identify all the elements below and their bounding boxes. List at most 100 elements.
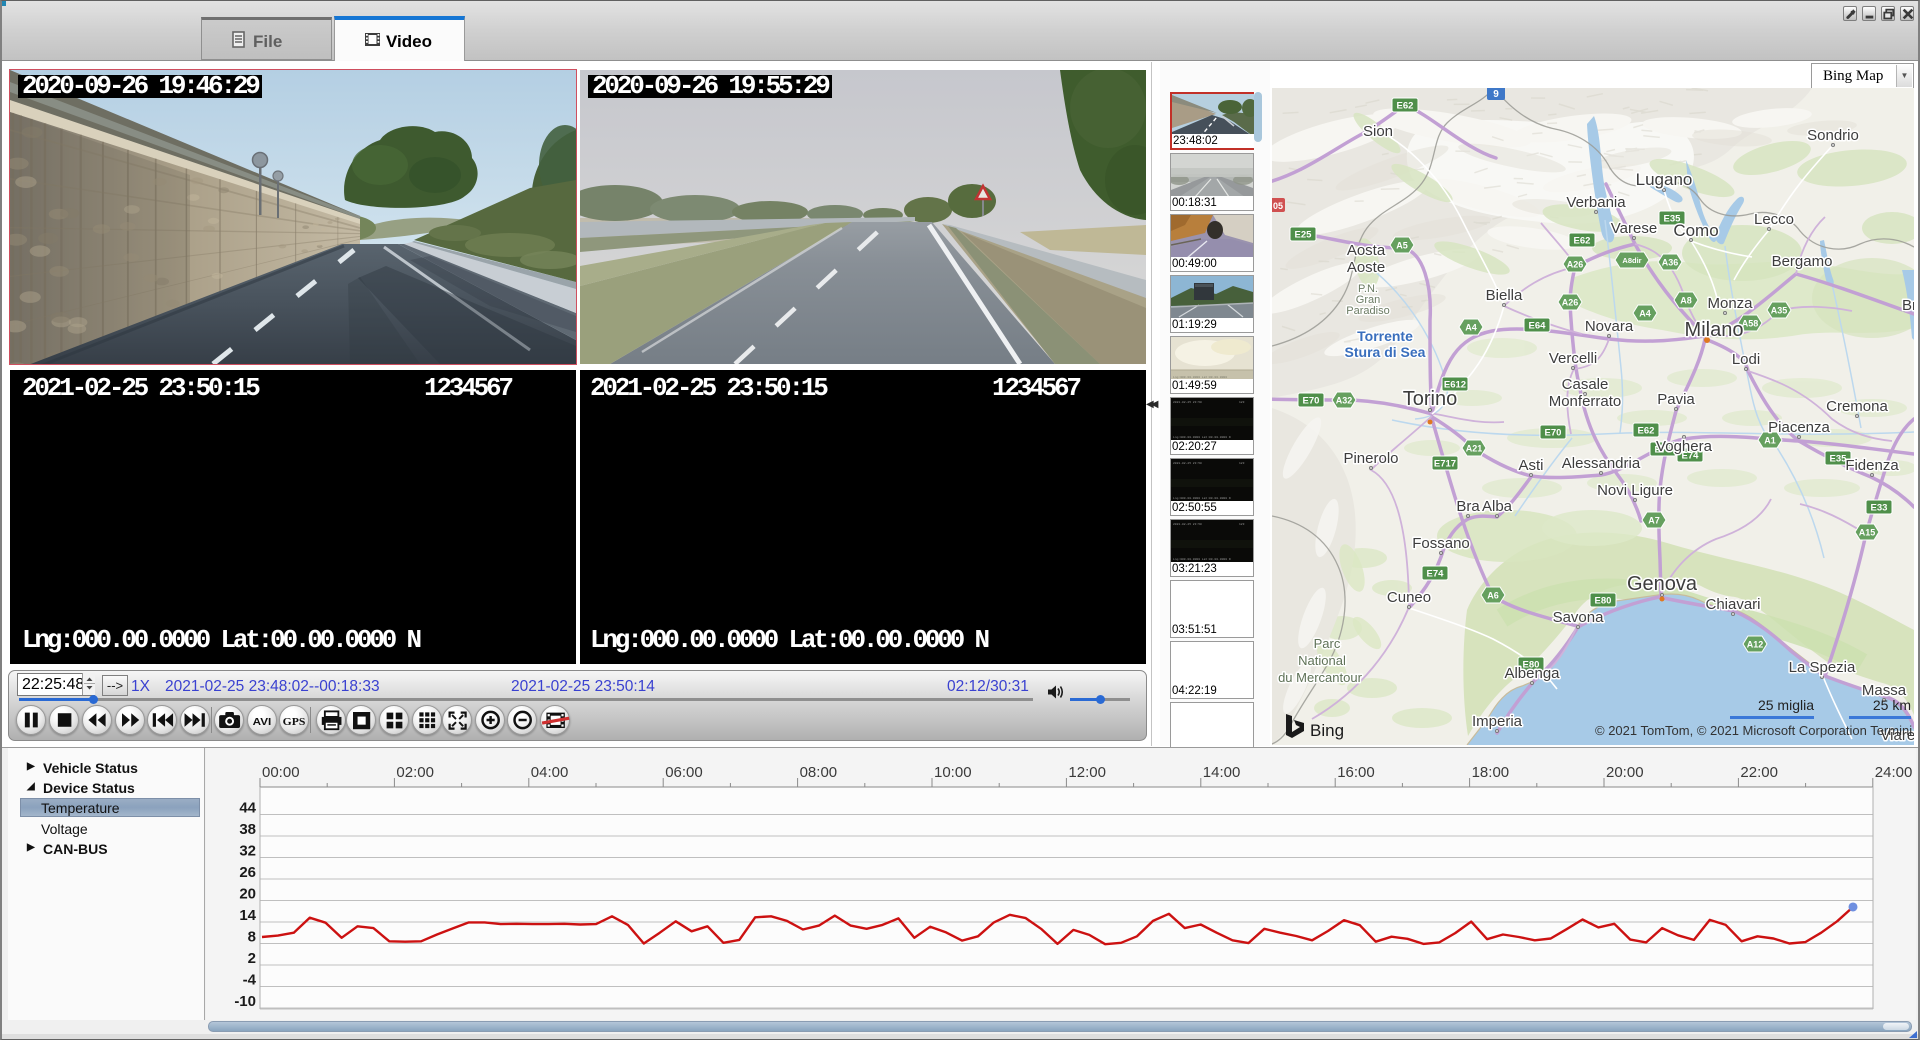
svg-text:Vercelli: Vercelli [1549, 350, 1597, 367]
svg-text:38: 38 [239, 821, 256, 838]
svg-text:20:00: 20:00 [1606, 764, 1644, 781]
svg-text:Voghera: Voghera [1656, 438, 1713, 455]
svg-text:Varese: Varese [1611, 220, 1657, 237]
svg-text:44: 44 [239, 800, 256, 817]
svg-text:Cremona: Cremona [1826, 398, 1888, 415]
svg-text:National: National [1298, 653, 1346, 668]
svg-text:123: 123 [1239, 462, 1245, 465]
svg-text:-10: -10 [234, 993, 256, 1010]
svg-text:Torrente: Torrente [1357, 328, 1413, 344]
svg-text:Bra: Bra [1456, 498, 1480, 515]
svg-text:Paradiso: Paradiso [1346, 305, 1389, 317]
svg-text:05: 05 [1273, 201, 1283, 211]
svg-text:E74: E74 [1427, 569, 1445, 580]
svg-text:Asti: Asti [1518, 457, 1543, 474]
svg-text:Biella: Biella [1486, 287, 1523, 304]
svg-text:Torino: Torino [1403, 388, 1457, 410]
svg-text:Pinerolo: Pinerolo [1343, 450, 1398, 467]
svg-text:La Spezia: La Spezia [1789, 659, 1856, 676]
svg-text:A1: A1 [1764, 436, 1776, 446]
svg-text:Monza: Monza [1707, 295, 1753, 312]
svg-text:Imperia: Imperia [1472, 713, 1523, 730]
svg-text:Savona: Savona [1553, 609, 1605, 626]
svg-text:E62: E62 [1397, 101, 1414, 112]
svg-text:25 km: 25 km [1873, 697, 1911, 713]
svg-text:du Mercantour: du Mercantour [1278, 670, 1362, 685]
svg-text:E25: E25 [1295, 230, 1313, 241]
svg-text:E80: E80 [1595, 596, 1612, 607]
svg-text:A7: A7 [1648, 516, 1660, 526]
svg-text:9: 9 [1493, 89, 1499, 100]
svg-text:Casale: Casale [1562, 376, 1609, 393]
svg-text:26: 26 [239, 864, 256, 881]
svg-text:Brescia: Brescia [1902, 297, 1914, 314]
svg-text:22:00: 22:00 [1740, 764, 1778, 781]
svg-text:25 miglia: 25 miglia [1758, 697, 1814, 713]
svg-text:A6: A6 [1487, 591, 1499, 601]
svg-text:Alessandria: Alessandria [1562, 455, 1641, 472]
svg-text:A58: A58 [1742, 319, 1759, 329]
svg-text:Pavia: Pavia [1657, 391, 1695, 408]
svg-text:123: 123 [1239, 523, 1245, 526]
svg-text:Sondrio: Sondrio [1807, 127, 1859, 144]
svg-text:A8dir: A8dir [1622, 256, 1641, 265]
svg-text:Novi Ligure: Novi Ligure [1597, 482, 1673, 499]
svg-text:A26: A26 [1567, 260, 1584, 270]
svg-text:Como: Como [1673, 221, 1718, 240]
svg-text:Bing: Bing [1310, 721, 1344, 740]
svg-text:Chiavari: Chiavari [1705, 596, 1760, 613]
svg-text:00:00: 00:00 [262, 764, 300, 781]
svg-text:123: 123 [1239, 401, 1245, 404]
svg-text:E70: E70 [1303, 396, 1320, 407]
svg-text:A36: A36 [1662, 258, 1679, 268]
svg-text:A21: A21 [1466, 444, 1483, 454]
svg-text:Lng:000.00.0000 Lat:00.00.0000: Lng:000.00.0000 Lat:00.00.0000 N [1173, 497, 1231, 500]
svg-text:18:00: 18:00 [1472, 764, 1510, 781]
svg-text:04:00: 04:00 [531, 764, 569, 781]
svg-text:Cuneo: Cuneo [1387, 589, 1431, 606]
svg-text:Parc: Parc [1314, 636, 1341, 651]
svg-text:Fidenza: Fidenza [1845, 457, 1899, 474]
svg-text:E717: E717 [1434, 459, 1456, 470]
svg-text:Stura di Sea: Stura di Sea [1345, 344, 1426, 360]
svg-text:02:00: 02:00 [396, 764, 434, 781]
svg-text:Albenga: Albenga [1504, 665, 1560, 682]
svg-text:A32: A32 [1336, 396, 1353, 406]
svg-text:-4: -4 [243, 972, 257, 989]
svg-text:8: 8 [248, 929, 256, 946]
svg-text:32: 32 [239, 843, 256, 860]
svg-text:2021-02-25 23:50: 2021-02-25 23:50 [1173, 401, 1202, 404]
svg-text:Bergamo: Bergamo [1772, 253, 1833, 270]
svg-text:14: 14 [239, 907, 256, 924]
svg-text:12:00: 12:00 [1068, 764, 1106, 781]
svg-text:06:00: 06:00 [665, 764, 703, 781]
svg-text:24:00: 24:00 [1875, 764, 1913, 781]
svg-text:© 2021 TomTom, © 2021 Microsof: © 2021 TomTom, © 2021 Microsoft Corporat… [1595, 723, 1912, 738]
svg-text:A26: A26 [1562, 298, 1579, 308]
svg-text:2: 2 [248, 950, 256, 967]
svg-text:Genova: Genova [1627, 573, 1698, 595]
svg-text:Lodi: Lodi [1732, 351, 1760, 368]
svg-text:A12: A12 [1747, 640, 1764, 650]
svg-text:Milano: Milano [1685, 319, 1744, 341]
svg-text:Aoste: Aoste [1347, 259, 1385, 276]
svg-text:16:00: 16:00 [1337, 764, 1375, 781]
svg-text:A35: A35 [1771, 306, 1788, 316]
svg-text:08:00: 08:00 [800, 764, 838, 781]
svg-text:20: 20 [239, 886, 256, 903]
svg-text:E62: E62 [1638, 426, 1655, 437]
svg-text:14:00: 14:00 [1203, 764, 1241, 781]
svg-text:E64: E64 [1529, 321, 1547, 332]
svg-text:Alba: Alba [1482, 498, 1513, 515]
svg-text:Lecco: Lecco [1754, 211, 1794, 228]
svg-text:A5: A5 [1396, 241, 1408, 251]
svg-text:Lugano: Lugano [1636, 170, 1693, 189]
svg-text:10:00: 10:00 [934, 764, 972, 781]
svg-text:2021-02-25 23:50: 2021-02-25 23:50 [1173, 523, 1202, 526]
svg-text:A15: A15 [1859, 528, 1876, 538]
svg-text:Piacenza: Piacenza [1768, 419, 1830, 436]
svg-text:Monferrato: Monferrato [1549, 393, 1622, 410]
svg-text:A8: A8 [1680, 296, 1692, 306]
svg-text:Lng:000.00.0000 Lat:00.00.0000: Lng:000.00.0000 Lat:00.00.0000 N [1173, 558, 1231, 561]
svg-text:Novara: Novara [1585, 318, 1634, 335]
